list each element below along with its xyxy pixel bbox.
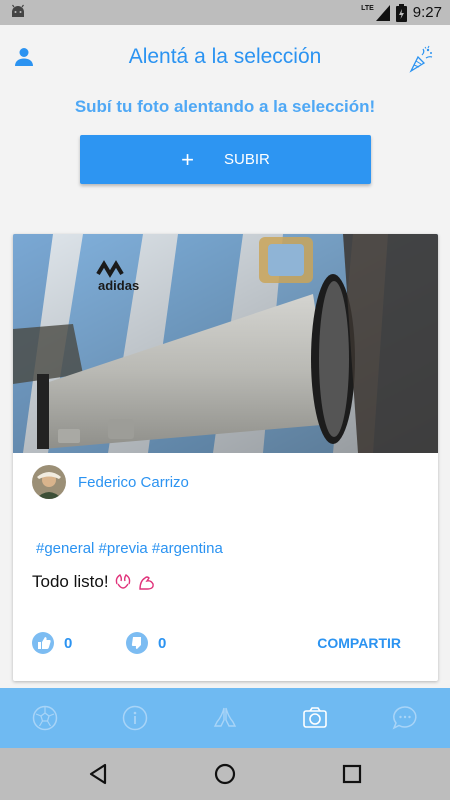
like-button[interactable]: 0 bbox=[32, 632, 72, 654]
back-icon[interactable] bbox=[86, 762, 110, 786]
status-bar: LTE 9:27 bbox=[0, 0, 450, 25]
post-author[interactable]: Federico Carrizo bbox=[32, 465, 189, 499]
upload-prompt: Subí tu foto alentando a la selección! bbox=[74, 97, 376, 116]
tab-soccer[interactable] bbox=[25, 698, 65, 738]
share-button[interactable]: COMPARTIR bbox=[317, 635, 401, 651]
tab-pray[interactable] bbox=[205, 698, 245, 738]
party-horn-icon[interactable] bbox=[408, 45, 434, 73]
recents-icon[interactable] bbox=[340, 762, 364, 786]
upload-button[interactable]: + SUBIR bbox=[80, 135, 371, 184]
post-card: adidas Federico Carrizo #general #previa… bbox=[13, 234, 438, 681]
dislike-button[interactable]: 0 bbox=[126, 632, 166, 654]
svg-text:adidas: adidas bbox=[98, 278, 139, 293]
post-photo[interactable]: adidas bbox=[13, 234, 438, 453]
thumbs-up-icon bbox=[32, 632, 54, 654]
hands-icon bbox=[115, 574, 130, 589]
tab-chat[interactable] bbox=[385, 698, 425, 738]
upload-button-label: SUBIR bbox=[224, 151, 270, 168]
thumbs-down-icon bbox=[126, 632, 148, 654]
info-icon bbox=[122, 705, 148, 731]
tab-info[interactable] bbox=[115, 698, 155, 738]
dislike-count: 0 bbox=[158, 634, 167, 652]
plus-icon: + bbox=[181, 146, 194, 172]
status-time: 9:27 bbox=[412, 4, 442, 21]
post-hashtags[interactable]: #general #previa #argentina bbox=[36, 540, 223, 557]
avatar bbox=[32, 465, 66, 499]
bottom-tab-bar bbox=[0, 688, 450, 748]
page-title: Alentá a la selección bbox=[128, 45, 322, 68]
tab-camera[interactable] bbox=[295, 698, 335, 738]
post-photo-image: adidas bbox=[13, 234, 438, 453]
praying-hands-icon bbox=[213, 707, 237, 727]
network-type: LTE bbox=[361, 5, 374, 12]
like-count: 0 bbox=[64, 634, 73, 652]
battery-icon bbox=[395, 3, 407, 22]
post-caption: Todo listo! bbox=[32, 572, 157, 592]
lte-signal-icon bbox=[375, 4, 390, 21]
author-name[interactable]: Federico Carrizo bbox=[78, 474, 189, 491]
post-actions: 0 0 COMPARTIR bbox=[32, 632, 419, 654]
soccer-ball-icon bbox=[32, 705, 58, 731]
system-nav-bar bbox=[0, 748, 450, 800]
android-debug-icon bbox=[12, 4, 24, 17]
chat-bubble-icon bbox=[392, 706, 417, 730]
caption-text: Todo listo! bbox=[32, 572, 109, 591]
app-bar: Alentá a la selección bbox=[0, 25, 450, 89]
camera-icon bbox=[303, 707, 327, 728]
flexed-arm-icon bbox=[138, 576, 154, 590]
home-icon[interactable] bbox=[213, 762, 237, 786]
